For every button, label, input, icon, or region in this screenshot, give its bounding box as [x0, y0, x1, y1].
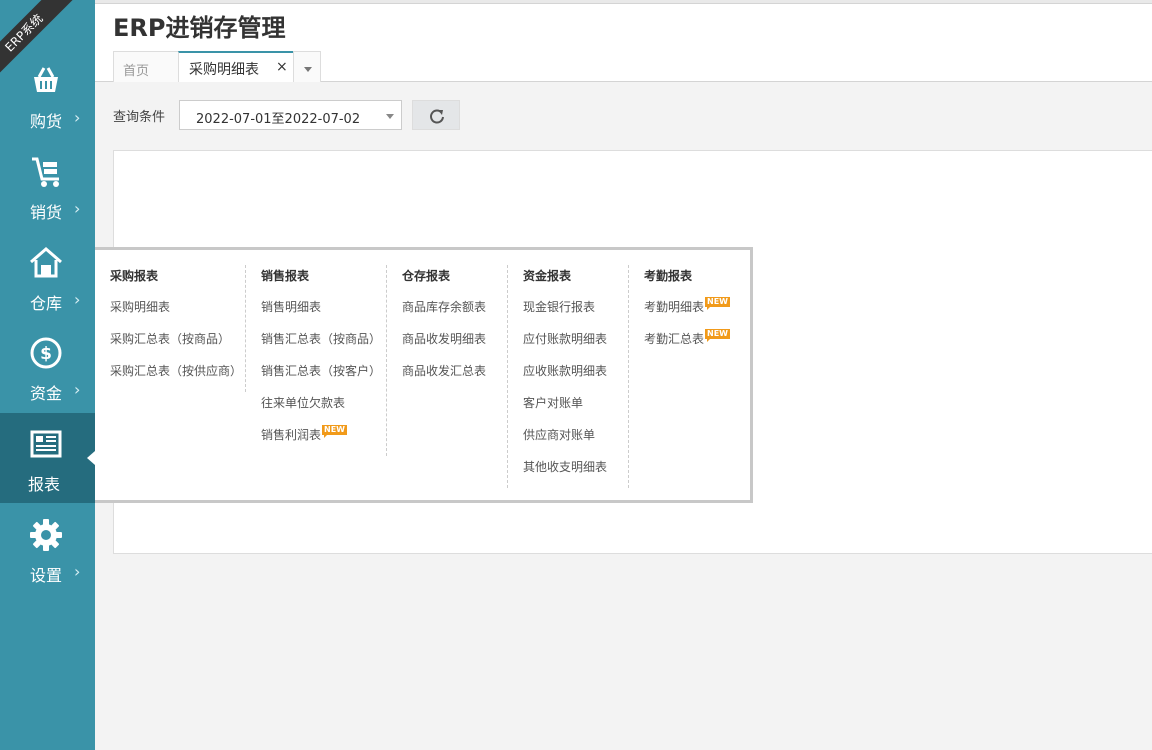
chevron-right-icon: ›	[74, 108, 81, 127]
menu-column-title: 资金报表	[523, 269, 572, 283]
menu-item-supplier-statement[interactable]: 供应商对账单	[523, 426, 595, 443]
menu-item-purchase-summary-supplier[interactable]: 采购汇总表（按供应商）	[110, 362, 242, 379]
tab-purchase-detail-label: 采购明细表	[189, 62, 259, 78]
svg-text:$: $	[40, 344, 52, 364]
column-divider	[245, 265, 246, 392]
dollar-icon: $	[30, 337, 62, 369]
menu-item-receivable-detail[interactable]: 应收账款明细表	[523, 362, 607, 379]
date-range-value: 2022-07-01至2022-07-02	[196, 112, 361, 127]
chevron-right-icon: ›	[74, 380, 81, 399]
tab-home-label: 首页	[123, 64, 150, 79]
menu-item-sales-summary-customer[interactable]: 销售汇总表（按客户）	[261, 362, 381, 379]
nav-reports[interactable]: 报表	[0, 413, 95, 503]
menu-item-other-income-expense[interactable]: 其他收支明细表	[523, 458, 607, 475]
nav-sales-label: 销货	[30, 203, 63, 222]
refresh-button[interactable]	[412, 100, 460, 130]
nav-warehouse-label: 仓库	[30, 294, 63, 313]
column-divider	[507, 265, 508, 488]
nav-purchase-label: 购货	[30, 112, 63, 131]
chevron-right-icon: ›	[74, 290, 81, 309]
menu-column-title: 仓存报表	[402, 269, 451, 283]
menu-item-attendance-summary[interactable]: 考勤汇总表 NEW	[644, 329, 730, 347]
menu-item-stock-flow-summary[interactable]: 商品收发汇总表	[402, 362, 486, 379]
nav-reports-label: 报表	[28, 475, 61, 494]
menu-item-attendance-detail[interactable]: 考勤明细表 NEW	[644, 297, 730, 315]
menu-item-customer-statement[interactable]: 客户对账单	[523, 394, 583, 411]
menu-item-stock-flow-detail[interactable]: 商品收发明细表	[402, 330, 486, 347]
report-icon	[30, 430, 62, 458]
menu-item-purchase-summary-goods[interactable]: 采购汇总表（按商品）	[110, 330, 230, 347]
menu-column-title: 销售报表	[261, 269, 310, 283]
sidebar: ERP系统 购货 › 销货 › 仓库 › $ 资金 › 报表 设置 ›	[0, 0, 95, 750]
tab-purchase-detail[interactable]: 采购明细表 ×	[178, 51, 294, 82]
menu-item-sales-summary-goods[interactable]: 销售汇总表（按商品）	[261, 330, 381, 347]
menu-item-payable-detail[interactable]: 应付账款明细表	[523, 330, 607, 347]
nav-funds[interactable]: $ 资金 ›	[0, 322, 95, 412]
menu-item-purchase-detail[interactable]: 采购明细表	[110, 298, 170, 315]
column-divider	[628, 265, 629, 488]
menu-item-sales-detail[interactable]: 销售明细表	[261, 298, 321, 315]
caret-down-icon	[386, 114, 394, 119]
menu-item-arrears[interactable]: 往来单位欠款表	[261, 394, 345, 411]
tab-home[interactable]: 首页	[113, 51, 179, 82]
close-icon[interactable]: ×	[276, 59, 288, 75]
menu-item-stock-balance[interactable]: 商品库存余额表	[402, 298, 486, 315]
chevron-right-icon: ›	[74, 562, 81, 581]
tab-dropdown-button[interactable]	[293, 51, 321, 82]
nav-sales[interactable]: 销货 ›	[0, 141, 95, 231]
menu-item-cash-bank[interactable]: 现金银行报表	[523, 298, 595, 315]
header: ERP进销存管理 首页 采购明细表 ×	[95, 4, 1152, 82]
chevron-right-icon: ›	[74, 199, 81, 218]
column-divider	[386, 265, 387, 456]
page-title: ERP进销存管理	[113, 14, 286, 42]
new-badge: NEW	[705, 329, 730, 342]
query-label: 查询条件	[113, 110, 166, 125]
menu-item-sales-profit[interactable]: 销售利润表 NEW	[261, 425, 347, 443]
date-range-select[interactable]: 2022-07-01至2022-07-02	[179, 100, 402, 130]
nav-funds-label: 资金	[30, 384, 63, 403]
report-menu: 采购报表 采购明细表 采购汇总表（按商品） 采购汇总表（按供应商） 销售报表 销…	[95, 247, 753, 503]
nav-settings[interactable]: 设置 ›	[0, 504, 95, 594]
refresh-icon	[430, 109, 444, 124]
new-badge: NEW	[322, 425, 347, 438]
warehouse-icon	[30, 247, 62, 278]
menu-column-title: 采购报表	[110, 269, 159, 283]
gear-icon	[30, 519, 62, 551]
new-badge: NEW	[705, 297, 730, 310]
nav-settings-label: 设置	[30, 566, 63, 585]
cart-icon	[32, 157, 59, 187]
menu-column-title: 考勤报表	[644, 269, 693, 283]
ribbon-label: ERP系统	[0, 0, 75, 84]
corner-ribbon: ERP系统	[0, 0, 95, 95]
nav-warehouse[interactable]: 仓库 ›	[0, 232, 95, 322]
